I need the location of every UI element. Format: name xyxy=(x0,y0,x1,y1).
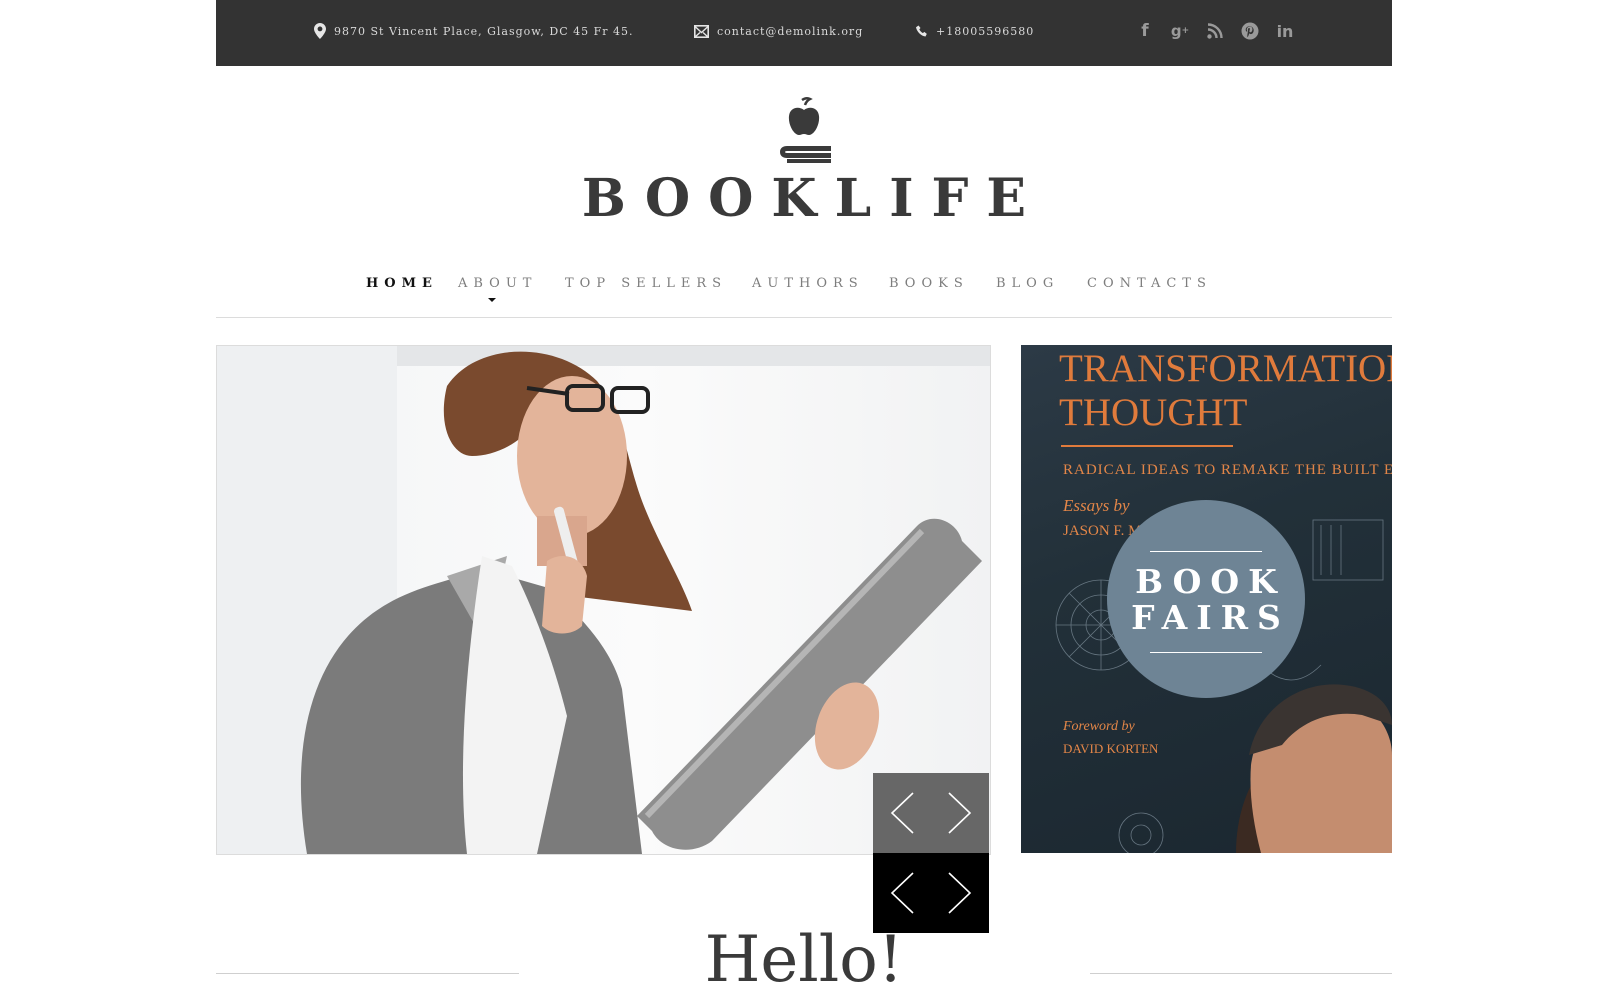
phone-info: +18005596580 xyxy=(916,0,1034,62)
book-title-line1: TRANSFORMATIONAL xyxy=(1059,347,1392,390)
foreword-label: Foreword by xyxy=(1063,719,1135,734)
book-fairs-badge[interactable]: BOOK FAIRS xyxy=(1107,500,1305,698)
nav-divider xyxy=(216,317,1392,318)
email-link[interactable]: contact@demolink.org xyxy=(717,25,863,38)
book-title-line2: THOUGHT xyxy=(1059,391,1248,434)
address-text: 9870 St Vincent Place, Glasgow, DC 45 Fr… xyxy=(334,24,634,38)
nav-top-sellers[interactable]: TOP SELLERS xyxy=(565,276,727,291)
nav-contacts[interactable]: CONTACTS xyxy=(1087,276,1212,291)
phone-icon xyxy=(916,25,927,37)
map-pin-icon xyxy=(314,23,326,39)
linkedin-icon[interactable]: in xyxy=(1274,20,1296,42)
google-plus-icon[interactable]: g + xyxy=(1169,20,1191,42)
facebook-icon[interactable]: f xyxy=(1134,20,1156,42)
rss-icon[interactable] xyxy=(1204,20,1226,42)
badge-label-line1: BOOK xyxy=(1135,562,1286,601)
chevron-down-icon xyxy=(488,298,496,302)
site-logo-text[interactable]: BOOKLIFE xyxy=(216,168,1392,229)
foreword-author: DAVID KORTEN xyxy=(1063,741,1159,756)
slider-controls-gray xyxy=(873,773,989,853)
nav-home[interactable]: HOME xyxy=(366,276,438,291)
badge-top-rule xyxy=(1150,551,1262,552)
top-bar: 9870 St Vincent Place, Glasgow, DC 45 Fr… xyxy=(216,0,1392,66)
title-divider xyxy=(1061,445,1233,447)
chevron-right-icon[interactable] xyxy=(947,871,973,915)
pinterest-icon[interactable] xyxy=(1239,20,1261,42)
book-fairs-banner[interactable]: TRANSFORMATIONALTHOUGHT RADICAL IDEAS TO… xyxy=(1021,345,1392,853)
phone-text: +18005596580 xyxy=(936,24,1035,38)
nav-authors[interactable]: AUTHORS xyxy=(752,276,864,291)
envelope-icon xyxy=(694,24,709,38)
chevron-left-icon[interactable] xyxy=(889,791,915,835)
logo-icon[interactable] xyxy=(772,96,836,176)
apple-on-book-icon xyxy=(780,97,831,163)
nav-about-label: ABOUT xyxy=(458,276,538,291)
book-subtitle: RADICAL IDEAS TO REMAKE THE BUILT ENVIRO… xyxy=(1063,462,1392,478)
section-heading: Hello! xyxy=(704,923,904,997)
nav-about[interactable]: ABOUT xyxy=(458,276,538,302)
main-nav: HOME ABOUT TOP SELLERS AUTHORS BOOKS BLO… xyxy=(216,276,1392,302)
social-links: f g + in xyxy=(1134,0,1309,62)
address-info: 9870 St Vincent Place, Glasgow, DC 45 Fr… xyxy=(314,0,634,62)
email-info[interactable]: contact@demolink.org xyxy=(694,0,863,62)
page-container: 9870 St Vincent Place, Glasgow, DC 45 Fr… xyxy=(216,0,1392,1000)
chevron-left-icon[interactable] xyxy=(889,871,915,915)
badge-label-line2: FAIRS xyxy=(1131,598,1290,637)
book-title: TRANSFORMATIONALTHOUGHT xyxy=(1059,347,1392,435)
chevron-right-icon[interactable] xyxy=(947,791,973,835)
essays-by-label: Essays by xyxy=(1063,496,1130,515)
badge-bottom-rule xyxy=(1150,652,1262,653)
nav-blog[interactable]: BLOG xyxy=(996,276,1059,291)
nav-books[interactable]: BOOKS xyxy=(889,276,969,291)
